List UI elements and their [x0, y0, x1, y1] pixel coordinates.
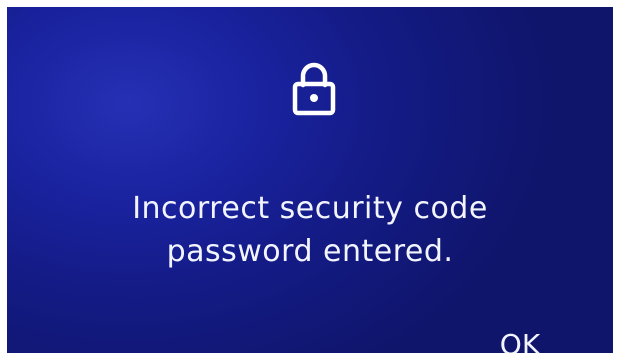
error-dialog-screen: Incorrect security code password entered… [7, 7, 613, 353]
device-frame: Incorrect security code password entered… [0, 0, 621, 353]
error-message: Incorrect security code password entered… [7, 187, 613, 273]
ok-button[interactable]: OK [485, 327, 555, 353]
error-message-line-2: password entered. [166, 234, 454, 269]
error-message-line-1: Incorrect security code [132, 191, 488, 226]
lock-icon [292, 60, 336, 116]
